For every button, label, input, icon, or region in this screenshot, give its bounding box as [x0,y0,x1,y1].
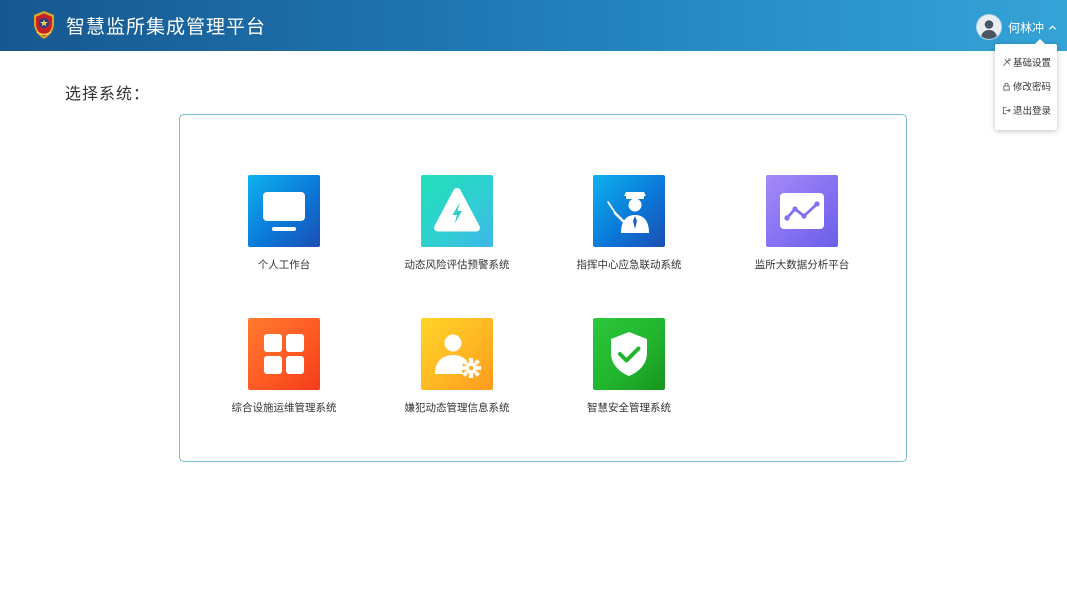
lock-icon [1003,82,1010,91]
menu-item-label: 修改密码 [1013,82,1052,93]
system-tile-label: 综合设施运维管理系统 [231,402,337,414]
tools-icon [1003,57,1011,66]
system-tile-big-data[interactable]: 监所大数据分析平台 [727,175,877,295]
line-chart-icon [780,193,824,229]
logout-icon [1002,106,1011,114]
grid-icon [264,334,304,374]
police-emblem-logo [30,10,58,40]
icon-tile[interactable] [766,175,838,247]
monitor-icon [263,192,305,231]
user-menu-toggle[interactable]: 何林冲 [976,15,1057,39]
user-dropdown-menu: 基础设置 修改密码 退出登录 [995,39,1057,130]
menu-item-label: 基础设置 [1013,58,1052,69]
system-tile-label: 智慧安全管理系统 [587,402,671,414]
system-tile-label: 个人工作台 [257,259,311,271]
system-tile-risk-warning[interactable]: 动态风险评估预警系统 [382,175,532,295]
warning-bolt-icon [434,188,480,232]
icon-tile[interactable] [248,175,320,247]
icon-tile[interactable] [248,318,320,390]
icon-tile[interactable] [593,318,665,390]
system-tile-label: 嫌犯动态管理信息系统 [404,402,510,414]
chevron-up-icon [1048,24,1057,30]
system-tile-suspect-management[interactable]: 嫌犯动态管理信息系统 [382,318,532,438]
system-tile-facility-ops[interactable]: 综合设施运维管理系统 [209,318,359,438]
menu-item-change-password[interactable]: 修改密码 [1002,79,1051,93]
system-tile-label: 指挥中心应急联动系统 [576,259,682,271]
top-header: 智慧监所集成管理平台 何林冲 [0,0,1067,51]
icon-tile[interactable] [593,175,665,247]
app-title: 智慧监所集成管理平台 [66,16,267,38]
system-tile-smart-security[interactable]: 智慧安全管理系统 [554,318,704,438]
user-gear-icon [435,334,481,378]
user-name: 何林冲 [1007,20,1044,35]
menu-item-label: 退出登录 [1013,106,1052,117]
menu-item-basic-settings[interactable]: 基础设置 [1002,55,1051,69]
section-label: 选择系统： [65,84,151,103]
icon-tile[interactable] [421,318,493,390]
shield-check-icon [611,332,647,376]
system-tile-label: 监所大数据分析平台 [754,259,850,271]
system-tile-personal-workbench[interactable]: 个人工作台 [209,175,359,295]
officer-icon [607,192,649,233]
icon-tile[interactable] [421,175,493,247]
system-select-panel: 个人工作台 动态风险评估预警系统 指挥中心应急联动系统 监所大数据分析平台 综合… [179,114,907,462]
system-tile-label: 动态风险评估预警系统 [404,259,510,271]
avatar[interactable] [976,15,1001,39]
menu-item-logout[interactable]: 退出登录 [1002,103,1051,117]
system-tile-command-center[interactable]: 指挥中心应急联动系统 [554,175,704,295]
